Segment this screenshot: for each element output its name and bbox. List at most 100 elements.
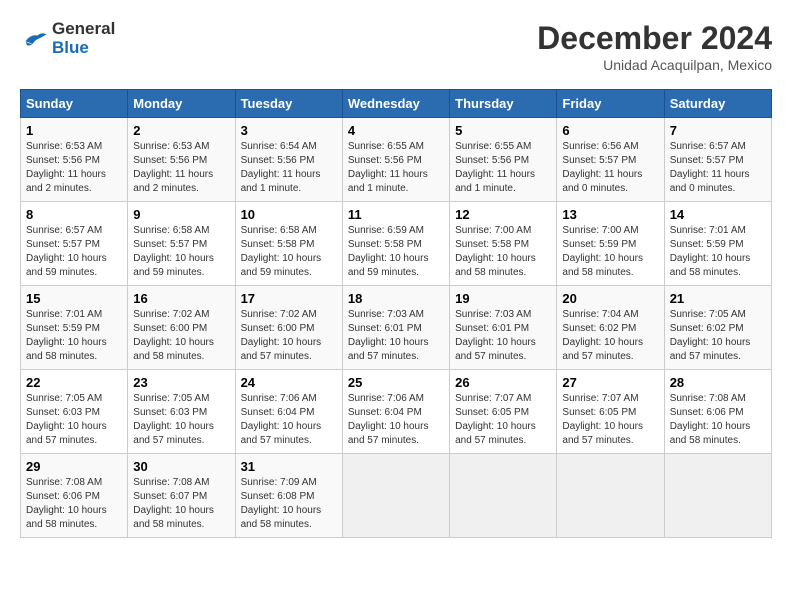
weekday-header: Tuesday bbox=[235, 90, 342, 118]
day-detail: Sunrise: 7:09 AMSunset: 6:08 PMDaylight:… bbox=[241, 477, 322, 530]
calendar-cell: 8 Sunrise: 6:57 AMSunset: 5:57 PMDayligh… bbox=[21, 202, 128, 286]
day-detail: Sunrise: 7:07 AMSunset: 6:05 PMDaylight:… bbox=[455, 393, 536, 446]
location: Unidad Acaquilpan, Mexico bbox=[537, 57, 772, 73]
day-detail: Sunrise: 6:58 AMSunset: 5:58 PMDaylight:… bbox=[241, 225, 322, 278]
calendar-cell: 6 Sunrise: 6:56 AMSunset: 5:57 PMDayligh… bbox=[557, 118, 664, 202]
day-number: 29 bbox=[26, 459, 122, 474]
day-number: 18 bbox=[348, 291, 444, 306]
calendar-cell: 23 Sunrise: 7:05 AMSunset: 6:03 PMDaylig… bbox=[128, 370, 235, 454]
weekday-header: Monday bbox=[128, 90, 235, 118]
title-block: December 2024 Unidad Acaquilpan, Mexico bbox=[537, 20, 772, 73]
calendar-cell: 5 Sunrise: 6:55 AMSunset: 5:56 PMDayligh… bbox=[450, 118, 557, 202]
calendar-cell: 9 Sunrise: 6:58 AMSunset: 5:57 PMDayligh… bbox=[128, 202, 235, 286]
day-number: 24 bbox=[241, 375, 337, 390]
day-detail: Sunrise: 7:05 AMSunset: 6:03 PMDaylight:… bbox=[133, 393, 214, 446]
day-number: 31 bbox=[241, 459, 337, 474]
day-detail: Sunrise: 7:05 AMSunset: 6:03 PMDaylight:… bbox=[26, 393, 107, 446]
calendar-cell: 15 Sunrise: 7:01 AMSunset: 5:59 PMDaylig… bbox=[21, 286, 128, 370]
day-number: 12 bbox=[455, 207, 551, 222]
day-detail: Sunrise: 6:53 AMSunset: 5:56 PMDaylight:… bbox=[133, 141, 213, 194]
calendar-cell: 28 Sunrise: 7:08 AMSunset: 6:06 PMDaylig… bbox=[664, 370, 771, 454]
day-detail: Sunrise: 6:56 AMSunset: 5:57 PMDaylight:… bbox=[562, 141, 642, 194]
calendar-cell: 19 Sunrise: 7:03 AMSunset: 6:01 PMDaylig… bbox=[450, 286, 557, 370]
day-number: 17 bbox=[241, 291, 337, 306]
day-detail: Sunrise: 6:55 AMSunset: 5:56 PMDaylight:… bbox=[455, 141, 535, 194]
calendar-cell bbox=[664, 454, 771, 538]
calendar-table: SundayMondayTuesdayWednesdayThursdayFrid… bbox=[20, 89, 772, 538]
calendar-cell: 3 Sunrise: 6:54 AMSunset: 5:56 PMDayligh… bbox=[235, 118, 342, 202]
logo: General Blue bbox=[20, 20, 115, 57]
weekday-header: Friday bbox=[557, 90, 664, 118]
day-detail: Sunrise: 7:00 AMSunset: 5:59 PMDaylight:… bbox=[562, 225, 643, 278]
calendar-cell bbox=[450, 454, 557, 538]
day-number: 7 bbox=[670, 123, 766, 138]
day-number: 19 bbox=[455, 291, 551, 306]
calendar-cell: 29 Sunrise: 7:08 AMSunset: 6:06 PMDaylig… bbox=[21, 454, 128, 538]
calendar-cell: 18 Sunrise: 7:03 AMSunset: 6:01 PMDaylig… bbox=[342, 286, 449, 370]
weekday-header: Wednesday bbox=[342, 90, 449, 118]
calendar-week: 29 Sunrise: 7:08 AMSunset: 6:06 PMDaylig… bbox=[21, 454, 772, 538]
weekday-header: Saturday bbox=[664, 90, 771, 118]
calendar-cell: 25 Sunrise: 7:06 AMSunset: 6:04 PMDaylig… bbox=[342, 370, 449, 454]
day-detail: Sunrise: 7:06 AMSunset: 6:04 PMDaylight:… bbox=[348, 393, 429, 446]
day-number: 27 bbox=[562, 375, 658, 390]
day-detail: Sunrise: 7:04 AMSunset: 6:02 PMDaylight:… bbox=[562, 309, 643, 362]
day-detail: Sunrise: 7:03 AMSunset: 6:01 PMDaylight:… bbox=[455, 309, 536, 362]
day-detail: Sunrise: 7:01 AMSunset: 5:59 PMDaylight:… bbox=[26, 309, 107, 362]
calendar-cell: 14 Sunrise: 7:01 AMSunset: 5:59 PMDaylig… bbox=[664, 202, 771, 286]
day-number: 9 bbox=[133, 207, 229, 222]
day-number: 30 bbox=[133, 459, 229, 474]
calendar-cell: 24 Sunrise: 7:06 AMSunset: 6:04 PMDaylig… bbox=[235, 370, 342, 454]
calendar-body: 1 Sunrise: 6:53 AMSunset: 5:56 PMDayligh… bbox=[21, 118, 772, 538]
day-detail: Sunrise: 6:54 AMSunset: 5:56 PMDaylight:… bbox=[241, 141, 321, 194]
logo-icon bbox=[20, 28, 48, 50]
day-detail: Sunrise: 7:08 AMSunset: 6:07 PMDaylight:… bbox=[133, 477, 214, 530]
calendar-cell: 12 Sunrise: 7:00 AMSunset: 5:58 PMDaylig… bbox=[450, 202, 557, 286]
day-number: 22 bbox=[26, 375, 122, 390]
calendar-week: 15 Sunrise: 7:01 AMSunset: 5:59 PMDaylig… bbox=[21, 286, 772, 370]
day-detail: Sunrise: 7:00 AMSunset: 5:58 PMDaylight:… bbox=[455, 225, 536, 278]
calendar-cell: 20 Sunrise: 7:04 AMSunset: 6:02 PMDaylig… bbox=[557, 286, 664, 370]
day-detail: Sunrise: 6:58 AMSunset: 5:57 PMDaylight:… bbox=[133, 225, 214, 278]
day-detail: Sunrise: 6:53 AMSunset: 5:56 PMDaylight:… bbox=[26, 141, 106, 194]
calendar-cell: 1 Sunrise: 6:53 AMSunset: 5:56 PMDayligh… bbox=[21, 118, 128, 202]
day-detail: Sunrise: 7:03 AMSunset: 6:01 PMDaylight:… bbox=[348, 309, 429, 362]
calendar-cell: 30 Sunrise: 7:08 AMSunset: 6:07 PMDaylig… bbox=[128, 454, 235, 538]
calendar-cell: 7 Sunrise: 6:57 AMSunset: 5:57 PMDayligh… bbox=[664, 118, 771, 202]
day-number: 28 bbox=[670, 375, 766, 390]
day-detail: Sunrise: 7:02 AMSunset: 6:00 PMDaylight:… bbox=[241, 309, 322, 362]
day-detail: Sunrise: 7:07 AMSunset: 6:05 PMDaylight:… bbox=[562, 393, 643, 446]
day-number: 2 bbox=[133, 123, 229, 138]
day-detail: Sunrise: 7:01 AMSunset: 5:59 PMDaylight:… bbox=[670, 225, 751, 278]
calendar-cell bbox=[557, 454, 664, 538]
day-detail: Sunrise: 7:08 AMSunset: 6:06 PMDaylight:… bbox=[26, 477, 107, 530]
day-number: 13 bbox=[562, 207, 658, 222]
page-header: General Blue December 2024 Unidad Acaqui… bbox=[20, 20, 772, 73]
day-number: 15 bbox=[26, 291, 122, 306]
calendar-header: SundayMondayTuesdayWednesdayThursdayFrid… bbox=[21, 90, 772, 118]
calendar-week: 1 Sunrise: 6:53 AMSunset: 5:56 PMDayligh… bbox=[21, 118, 772, 202]
calendar-week: 8 Sunrise: 6:57 AMSunset: 5:57 PMDayligh… bbox=[21, 202, 772, 286]
calendar-cell: 16 Sunrise: 7:02 AMSunset: 6:00 PMDaylig… bbox=[128, 286, 235, 370]
calendar-cell: 17 Sunrise: 7:02 AMSunset: 6:00 PMDaylig… bbox=[235, 286, 342, 370]
day-number: 25 bbox=[348, 375, 444, 390]
calendar-cell: 31 Sunrise: 7:09 AMSunset: 6:08 PMDaylig… bbox=[235, 454, 342, 538]
weekday-header: Sunday bbox=[21, 90, 128, 118]
day-detail: Sunrise: 7:05 AMSunset: 6:02 PMDaylight:… bbox=[670, 309, 751, 362]
day-number: 20 bbox=[562, 291, 658, 306]
day-detail: Sunrise: 7:02 AMSunset: 6:00 PMDaylight:… bbox=[133, 309, 214, 362]
calendar-cell: 2 Sunrise: 6:53 AMSunset: 5:56 PMDayligh… bbox=[128, 118, 235, 202]
day-detail: Sunrise: 6:57 AMSunset: 5:57 PMDaylight:… bbox=[670, 141, 750, 194]
day-number: 1 bbox=[26, 123, 122, 138]
calendar-cell: 27 Sunrise: 7:07 AMSunset: 6:05 PMDaylig… bbox=[557, 370, 664, 454]
day-number: 5 bbox=[455, 123, 551, 138]
calendar-cell bbox=[342, 454, 449, 538]
day-detail: Sunrise: 6:55 AMSunset: 5:56 PMDaylight:… bbox=[348, 141, 428, 194]
calendar-week: 22 Sunrise: 7:05 AMSunset: 6:03 PMDaylig… bbox=[21, 370, 772, 454]
day-number: 6 bbox=[562, 123, 658, 138]
day-number: 8 bbox=[26, 207, 122, 222]
day-number: 21 bbox=[670, 291, 766, 306]
calendar-cell: 10 Sunrise: 6:58 AMSunset: 5:58 PMDaylig… bbox=[235, 202, 342, 286]
month-title: December 2024 bbox=[537, 20, 772, 57]
calendar-cell: 11 Sunrise: 6:59 AMSunset: 5:58 PMDaylig… bbox=[342, 202, 449, 286]
